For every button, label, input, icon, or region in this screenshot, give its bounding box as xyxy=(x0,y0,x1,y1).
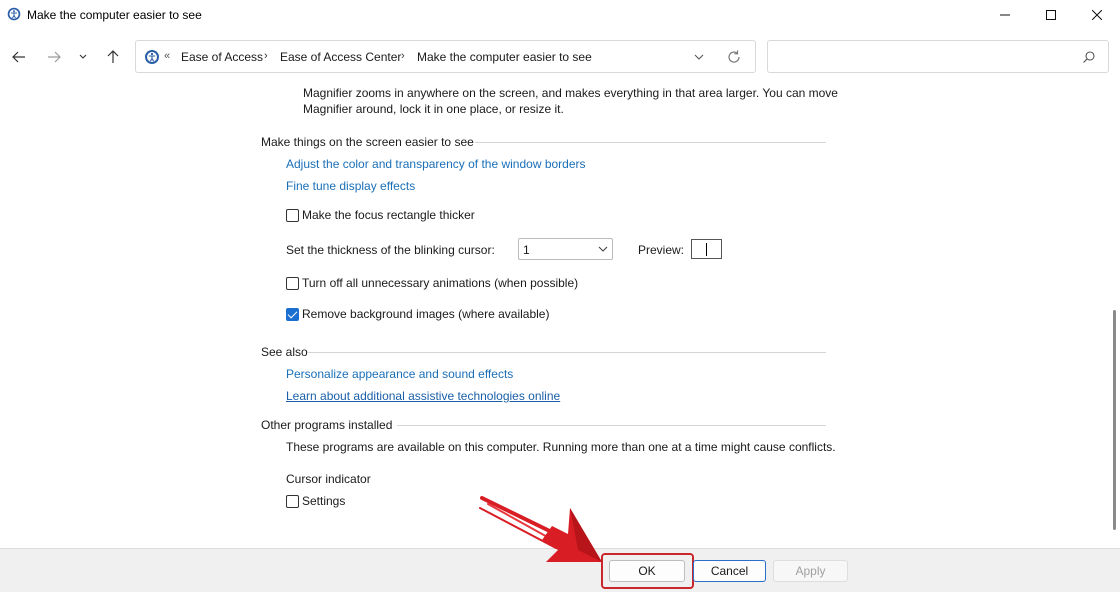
search-icon[interactable] xyxy=(1082,50,1096,64)
link-display-effects[interactable]: Fine tune display effects xyxy=(286,179,415,193)
link-assistive-technologies[interactable]: Learn about additional assistive technol… xyxy=(286,389,560,403)
minimize-icon xyxy=(1000,14,1010,16)
minimize-button[interactable] xyxy=(982,0,1028,30)
link-personalize[interactable]: Personalize appearance and sound effects xyxy=(286,367,513,381)
arrow-right-icon xyxy=(48,51,61,63)
ok-button[interactable]: OK xyxy=(609,560,685,582)
cursor-indicator-label: Cursor indicator xyxy=(286,472,371,486)
cursor-preview-caret xyxy=(706,243,707,256)
chevron-down-icon[interactable] xyxy=(692,50,706,64)
close-button[interactable] xyxy=(1074,0,1120,30)
focus-rectangle-checkbox[interactable] xyxy=(286,209,299,222)
main-content: Magnifier zooms in anywhere on the scree… xyxy=(0,85,1110,548)
maximize-button[interactable] xyxy=(1028,0,1074,30)
cursor-preview xyxy=(691,239,722,259)
other-programs-description: These programs are available on this com… xyxy=(286,440,836,454)
preview-label: Preview: xyxy=(638,243,685,257)
focus-rectangle-label[interactable]: Make the focus rectangle thicker xyxy=(302,208,475,222)
apply-button[interactable]: Apply xyxy=(773,560,848,582)
window-title: Make the computer easier to see xyxy=(27,8,202,22)
control-panel-icon xyxy=(145,50,159,64)
scrollbar-thumb[interactable] xyxy=(1113,310,1116,530)
breadcrumb-overflow[interactable]: « xyxy=(164,50,170,62)
back-button[interactable] xyxy=(7,47,31,67)
animations-label[interactable]: Turn off all unnecessary animations (whe… xyxy=(302,276,578,290)
background-images-checkbox[interactable] xyxy=(286,308,299,321)
background-images-label[interactable]: Remove background images (where availabl… xyxy=(302,307,549,321)
maximize-icon xyxy=(1046,10,1056,20)
chevron-down-icon xyxy=(598,246,608,252)
search-input[interactable] xyxy=(774,47,1074,67)
navigation-bar: « Ease of Access › Ease of Access Center… xyxy=(0,30,1120,85)
recent-locations-button[interactable] xyxy=(73,47,93,67)
section-title-see-also: See also xyxy=(261,345,308,359)
cursor-thickness-label: Set the thickness of the blinking cursor… xyxy=(286,243,495,257)
close-icon xyxy=(1092,10,1102,20)
arrow-left-icon xyxy=(12,51,25,63)
search-box[interactable] xyxy=(767,40,1109,73)
settings-checkbox[interactable] xyxy=(286,495,299,508)
arrow-annotation-icon xyxy=(479,496,602,562)
chevron-down-icon xyxy=(79,54,87,59)
breadcrumb-separator[interactable]: › xyxy=(264,50,268,62)
section-divider xyxy=(308,352,826,353)
breadcrumb-item-ease-of-access[interactable]: Ease of Access xyxy=(181,50,263,64)
animations-checkbox[interactable] xyxy=(286,277,299,290)
refresh-icon[interactable] xyxy=(726,49,742,65)
title-bar: Make the computer easier to see xyxy=(0,0,1120,30)
forward-button[interactable] xyxy=(42,47,66,67)
ease-of-access-icon xyxy=(7,7,21,21)
link-window-borders[interactable]: Adjust the color and transparency of the… xyxy=(286,157,586,171)
cancel-button[interactable]: Cancel xyxy=(693,560,766,582)
cursor-thickness-value: 1 xyxy=(523,243,530,257)
up-button[interactable] xyxy=(101,47,125,67)
settings-label[interactable]: Settings xyxy=(302,494,345,508)
section-title-screen: Make things on the screen easier to see xyxy=(261,135,474,149)
section-divider xyxy=(397,425,826,426)
arrow-up-icon xyxy=(107,50,119,63)
cursor-thickness-select[interactable]: 1 xyxy=(518,238,613,260)
section-divider xyxy=(475,142,826,143)
section-title-other-programs: Other programs installed xyxy=(261,418,393,432)
magnifier-description: Magnifier zooms in anywhere on the scree… xyxy=(303,86,838,116)
address-bar[interactable]: « Ease of Access › Ease of Access Center… xyxy=(135,40,756,73)
breadcrumb-separator[interactable]: › xyxy=(401,50,405,62)
breadcrumb-item-ease-of-access-center[interactable]: Ease of Access Center xyxy=(280,50,401,64)
breadcrumb-item-current[interactable]: Make the computer easier to see xyxy=(417,50,592,64)
